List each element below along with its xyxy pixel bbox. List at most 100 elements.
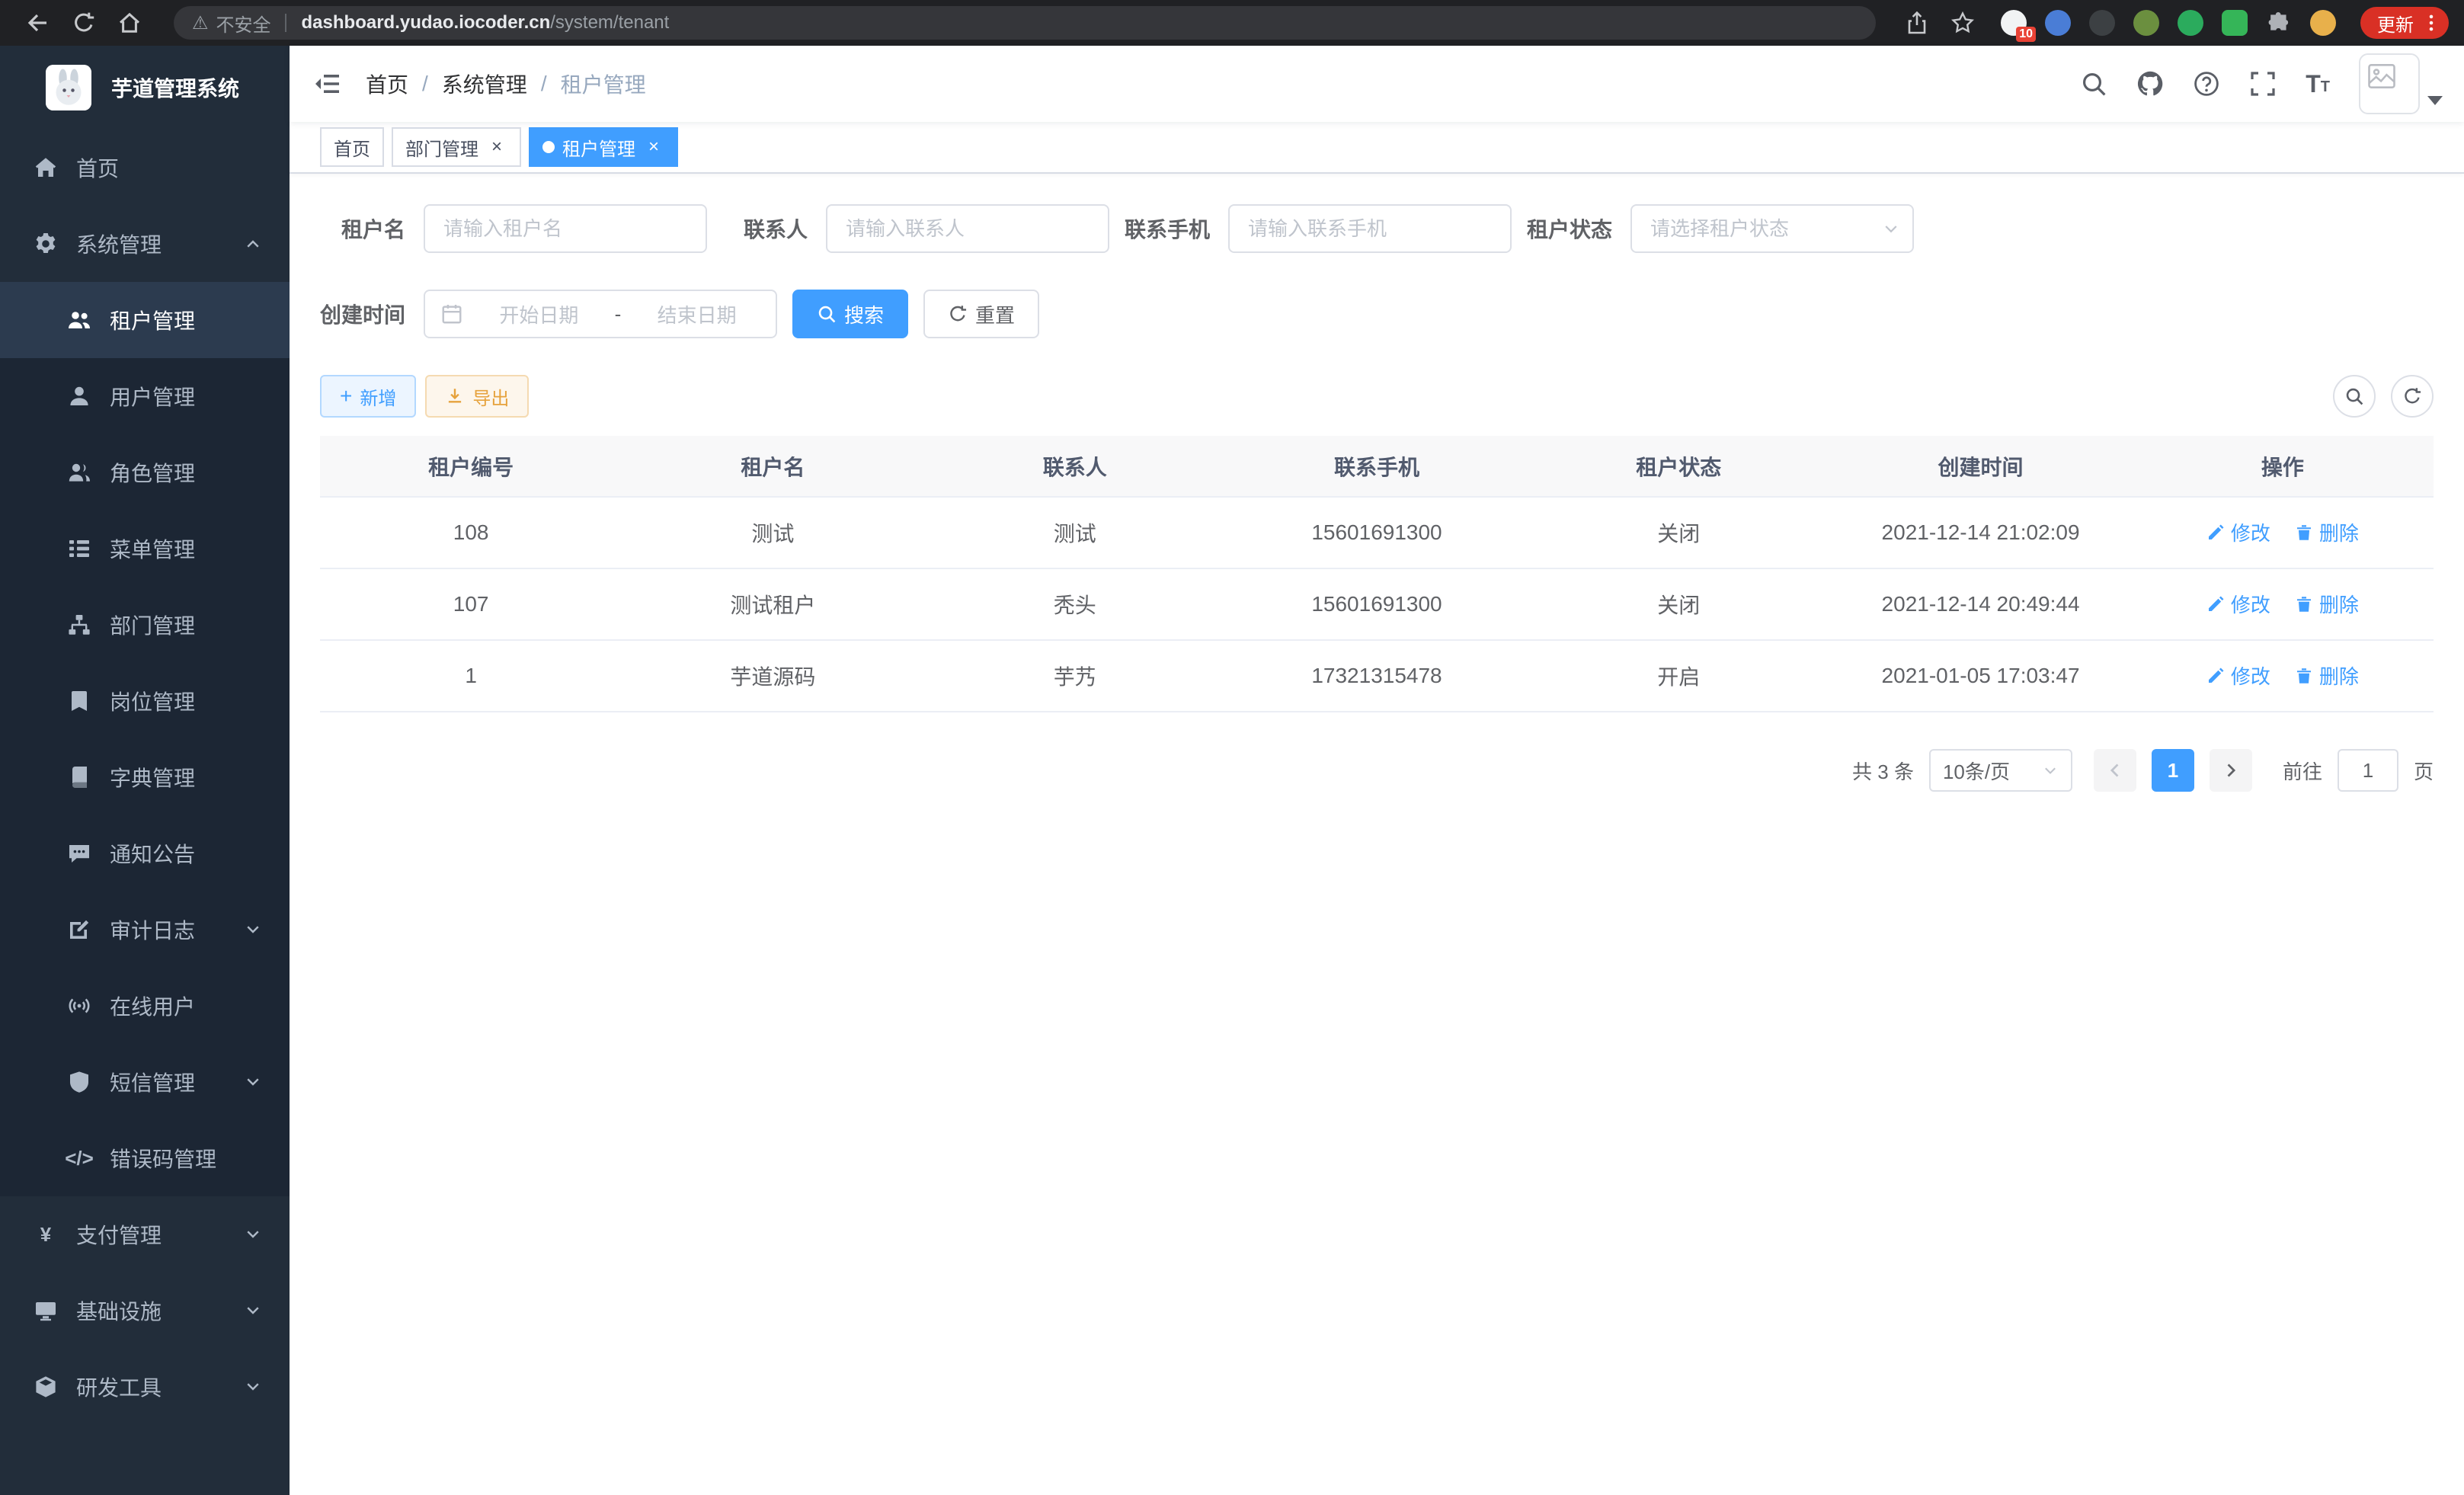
- fullscreen-icon[interactable]: [2249, 70, 2277, 98]
- sidebar-item-role[interactable]: 角色管理: [0, 434, 290, 511]
- extension-blue-shield-icon[interactable]: [2045, 10, 2071, 36]
- page-size-value: 10条/页: [1943, 757, 2010, 785]
- page-size-select[interactable]: 10条/页: [1929, 749, 2072, 792]
- sidebar-item-online-signal[interactable]: 在线用户: [0, 968, 290, 1044]
- delete-icon: [2295, 667, 2313, 685]
- tab-item[interactable]: 首页: [320, 127, 384, 167]
- edit-button[interactable]: 修改: [2206, 590, 2270, 618]
- delete-button[interactable]: 删除: [2295, 661, 2359, 690]
- sidebar-item-dept-tree[interactable]: 部门管理: [0, 587, 290, 663]
- sidebar-item-gear[interactable]: 系统管理: [0, 206, 290, 282]
- sms-shield-icon: [67, 1070, 91, 1094]
- sidebar-item-home[interactable]: 首页: [0, 130, 290, 206]
- kebab-menu-icon[interactable]: [2421, 11, 2441, 34]
- search-icon[interactable]: [2080, 70, 2107, 98]
- status-select-input[interactable]: [1630, 204, 1914, 253]
- refresh-table-button[interactable]: [2391, 375, 2434, 418]
- font-size-icon[interactable]: TT: [2306, 72, 2330, 96]
- sidebar-logo[interactable]: 芋道管理系统: [0, 46, 290, 130]
- breadcrumb-item[interactable]: 系统管理: [442, 69, 527, 99]
- cell-created: 2021-12-14 21:02:09: [1829, 497, 2131, 568]
- tab-close-icon[interactable]: ×: [486, 136, 507, 158]
- edit-button[interactable]: 修改: [2206, 661, 2270, 690]
- share-icon[interactable]: [1905, 11, 1929, 35]
- avatar-dropdown[interactable]: [2359, 53, 2443, 114]
- breadcrumb-item[interactable]: 首页: [366, 69, 408, 99]
- sidebar-item-user[interactable]: 用户管理: [0, 358, 290, 434]
- extension-green-chat-icon[interactable]: [2222, 10, 2248, 36]
- reload-icon[interactable]: [72, 11, 96, 35]
- role-icon: [67, 460, 91, 485]
- prev-page-button[interactable]: [2094, 749, 2136, 792]
- sidebar-item-label: 支付管理: [76, 1219, 162, 1250]
- export-button-label: 导出: [472, 383, 509, 410]
- sidebar-item-label: 字典管理: [110, 762, 195, 792]
- tab-label: 部门管理: [405, 134, 478, 161]
- delete-button[interactable]: 删除: [2295, 590, 2359, 618]
- hamburger-icon[interactable]: [312, 69, 343, 99]
- bookmark-star-icon[interactable]: [1950, 11, 1975, 35]
- sidebar-item-tenant[interactable]: 租户管理: [0, 282, 290, 358]
- sidebar-item-infra-monitor[interactable]: 基础设施: [0, 1273, 290, 1349]
- post-badge-icon: [67, 689, 91, 713]
- table-header-cell: 租户编号: [320, 436, 622, 497]
- edit-button[interactable]: 修改: [2206, 518, 2270, 546]
- cell-id: 1: [320, 640, 622, 712]
- table-body: 108测试测试15601691300关闭2021-12-14 21:02:09修…: [320, 497, 2434, 712]
- cell-actions: 修改删除: [2132, 497, 2434, 568]
- delete-button-label: 删除: [2319, 661, 2359, 690]
- tab-item[interactable]: 部门管理 ×: [392, 127, 521, 167]
- delete-icon: [2295, 595, 2313, 613]
- tenant-name-input[interactable]: [424, 204, 707, 253]
- current-page[interactable]: 1: [2152, 749, 2194, 792]
- sidebar-item-label: 系统管理: [76, 229, 162, 259]
- help-icon[interactable]: [2193, 70, 2220, 98]
- reset-button[interactable]: 重置: [923, 290, 1039, 338]
- export-button[interactable]: 导出: [425, 375, 529, 418]
- calendar-icon: [440, 303, 463, 325]
- delete-button[interactable]: 删除: [2295, 518, 2359, 546]
- table-header-row: 租户编号租户名联系人联系手机租户状态创建时间操作: [320, 436, 2434, 497]
- sidebar-item-errcode[interactable]: </>错误码管理: [0, 1120, 290, 1196]
- extension-dark-icon[interactable]: [2089, 10, 2115, 36]
- sidebar: 芋道管理系统 首页系统管理租户管理用户管理角色管理菜单管理部门管理岗位管理字典管…: [0, 46, 290, 1495]
- contact-input[interactable]: [826, 204, 1109, 253]
- page-unit-label: 页: [2414, 757, 2434, 785]
- search-icon: [817, 304, 837, 324]
- sidebar-item-sms-shield[interactable]: 短信管理: [0, 1044, 290, 1120]
- github-icon[interactable]: [2136, 70, 2164, 98]
- sidebar-item-devtool-box[interactable]: 研发工具: [0, 1349, 290, 1425]
- breadcrumb: 首页/系统管理/租户管理: [366, 69, 646, 99]
- chevron-down-icon: [244, 1378, 262, 1396]
- sidebar-item-audit-edit[interactable]: 审计日志: [0, 892, 290, 968]
- back-icon[interactable]: [26, 11, 50, 35]
- tab-item[interactable]: 租户管理×: [529, 127, 678, 167]
- refresh-icon: [948, 304, 968, 324]
- extensions-puzzle-icon[interactable]: [2266, 10, 2292, 36]
- sidebar-menu: 首页系统管理租户管理用户管理角色管理菜单管理部门管理岗位管理字典管理通知公告审计…: [0, 130, 290, 1495]
- extension-grid-icon[interactable]: 10: [2001, 10, 2027, 36]
- update-button[interactable]: 更新: [2360, 7, 2449, 39]
- sidebar-item-post-badge[interactable]: 岗位管理: [0, 663, 290, 739]
- phone-input[interactable]: [1228, 204, 1512, 253]
- avatar[interactable]: [2359, 53, 2420, 114]
- next-page-button[interactable]: [2210, 749, 2252, 792]
- search-toggle-button[interactable]: [2333, 375, 2376, 418]
- goto-page-input[interactable]: [2338, 749, 2398, 792]
- extension-olive-icon[interactable]: [2133, 10, 2159, 36]
- date-range-picker[interactable]: 开始日期 - 结束日期: [424, 290, 777, 338]
- search-button[interactable]: 搜索: [792, 290, 908, 338]
- edit-icon: [2206, 523, 2225, 542]
- profile-avatar-icon[interactable]: [2310, 10, 2336, 36]
- extension-green-y-icon[interactable]: [2178, 10, 2203, 36]
- sidebar-item-menu-list[interactable]: 菜单管理: [0, 511, 290, 587]
- home-icon[interactable]: [117, 11, 142, 35]
- sidebar-item-notice-chat[interactable]: 通知公告: [0, 815, 290, 892]
- add-button[interactable]: + 新增: [320, 375, 416, 418]
- url-bar[interactable]: ⚠ 不安全 dashboard.yudao.iocoder.cn/system/…: [174, 6, 1876, 40]
- sidebar-item-dict-book[interactable]: 字典管理: [0, 739, 290, 815]
- status-select[interactable]: [1630, 204, 1914, 253]
- tab-close-icon[interactable]: ×: [643, 136, 664, 158]
- sidebar-item-pay-yen[interactable]: ¥支付管理: [0, 1196, 290, 1273]
- cell-actions: 修改删除: [2132, 568, 2434, 640]
